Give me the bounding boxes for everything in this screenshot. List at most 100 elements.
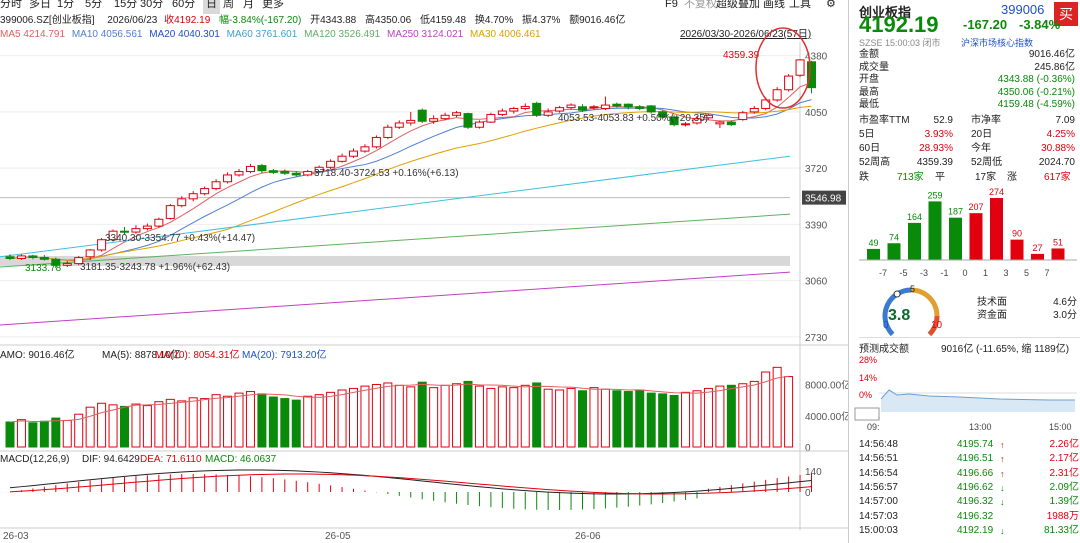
current-level-label: 3546.98 — [805, 194, 842, 205]
candle[interactable] — [417, 109, 427, 122]
volume-bar — [509, 387, 519, 448]
candle[interactable] — [463, 113, 473, 128]
candle[interactable] — [360, 146, 370, 152]
breadth-up: 617家 — [1044, 172, 1071, 183]
stat-label: 52周高 — [859, 157, 891, 168]
candle[interactable] — [280, 171, 290, 174]
candle[interactable] — [245, 165, 255, 173]
candle[interactable] — [85, 249, 95, 258]
candle[interactable] — [394, 122, 404, 128]
volume-bar — [62, 419, 72, 448]
volume-bar — [681, 391, 691, 448]
candle[interactable] — [600, 104, 610, 109]
candle[interactable] — [795, 59, 805, 76]
candle[interactable] — [440, 114, 450, 120]
volume-bar — [566, 387, 576, 448]
volume-bar — [245, 391, 255, 448]
candle[interactable] — [268, 170, 278, 173]
candle[interactable] — [16, 255, 26, 259]
candle[interactable] — [303, 171, 313, 176]
candle[interactable] — [326, 160, 336, 168]
candle[interactable] — [234, 171, 244, 176]
candle[interactable] — [784, 75, 794, 91]
candle[interactable] — [165, 205, 175, 219]
volume-bar — [5, 421, 15, 448]
candle[interactable] — [200, 188, 210, 195]
candle[interactable] — [383, 126, 393, 138]
volume-bar — [154, 401, 164, 448]
quote-row-label: 金额 — [859, 49, 879, 60]
candle[interactable] — [509, 107, 519, 112]
candle[interactable] — [543, 111, 553, 116]
candle[interactable] — [486, 113, 496, 123]
macd-axis-tick: 140 — [805, 467, 822, 478]
candle[interactable] — [452, 112, 462, 116]
candle[interactable] — [154, 218, 164, 227]
candle[interactable] — [646, 105, 656, 113]
stat-value: 2024.70 — [1038, 157, 1075, 168]
candle[interactable] — [5, 256, 15, 259]
volume-bar — [108, 404, 118, 448]
candle[interactable] — [578, 106, 587, 111]
candle[interactable] — [291, 172, 301, 176]
candle[interactable] — [589, 106, 599, 109]
candle[interactable] — [497, 110, 507, 115]
candle[interactable] — [142, 225, 152, 230]
distribution-bar-value: 74 — [889, 232, 899, 242]
candle[interactable] — [635, 106, 645, 109]
candle[interactable] — [337, 155, 347, 162]
stat-label: 5日 — [859, 129, 875, 140]
candle[interactable] — [532, 102, 542, 116]
gauge-max-label: 10 — [931, 320, 943, 331]
volume-bar — [440, 384, 450, 448]
volume-bar — [165, 398, 175, 448]
candle[interactable] — [257, 165, 267, 172]
candle[interactable] — [749, 107, 759, 113]
trade-volume: 2.09亿 — [1049, 481, 1079, 493]
macd-axis-tick: 0 — [805, 488, 811, 499]
candle[interactable] — [566, 104, 576, 109]
volume-bar — [600, 388, 610, 448]
candle[interactable] — [738, 112, 748, 121]
candle[interactable] — [807, 61, 816, 89]
candle[interactable] — [623, 103, 633, 108]
trade-direction-icon: ↓ — [1000, 497, 1005, 508]
kline-chart[interactable]: 4380405037203390306027303546.984359.3931… — [0, 0, 848, 543]
candle[interactable] — [211, 181, 221, 190]
volume-bar — [39, 420, 49, 448]
candle[interactable] — [429, 118, 439, 122]
distribution-axis-tick: 3 — [1003, 268, 1008, 278]
volume-bar — [268, 396, 278, 448]
volume-bar — [85, 406, 95, 448]
candle[interactable] — [349, 150, 358, 157]
candle[interactable] — [28, 255, 38, 258]
forecast-marker — [854, 407, 880, 421]
price-axis-tick: 3390 — [805, 220, 828, 231]
panel-index-code: 399006 — [1001, 2, 1045, 17]
candle[interactable] — [188, 193, 198, 200]
trade-volume: 1988万 — [1046, 510, 1079, 522]
trade-time: 14:56:54 — [859, 467, 898, 479]
candle[interactable] — [726, 121, 736, 126]
candle[interactable] — [612, 103, 622, 107]
distribution-bar — [1031, 253, 1044, 260]
candle[interactable] — [772, 89, 782, 101]
candle[interactable] — [406, 119, 416, 124]
candle[interactable] — [371, 136, 381, 148]
trade-direction-icon: ↓ — [1000, 525, 1005, 536]
candle[interactable] — [520, 105, 530, 109]
candle[interactable] — [223, 174, 233, 183]
candle[interactable] — [62, 263, 72, 266]
trade-price: 4196.32 — [957, 510, 994, 522]
volume-bar — [28, 422, 38, 448]
candle[interactable] — [39, 256, 49, 260]
candle[interactable] — [177, 198, 187, 207]
volume-bar — [211, 394, 221, 448]
candle[interactable] — [474, 121, 484, 128]
volume-bar — [738, 383, 748, 448]
candle[interactable] — [715, 121, 725, 125]
candle[interactable] — [555, 107, 565, 112]
volume-bar — [555, 389, 565, 448]
candle[interactable] — [131, 228, 141, 233]
quote-row-label: 最高 — [859, 86, 879, 98]
